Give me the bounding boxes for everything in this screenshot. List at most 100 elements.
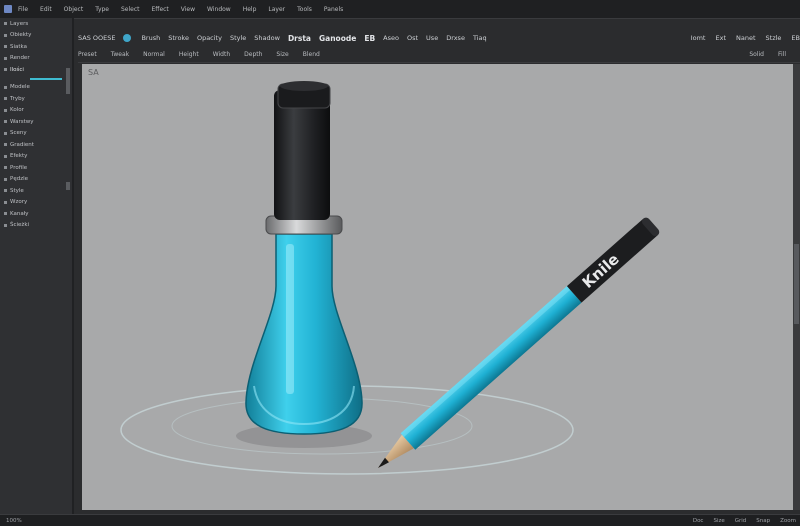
toolbar-right-group: Iomt Ext Nanet Stzle EB bbox=[681, 34, 800, 42]
toolbar-right-item[interactable]: EB bbox=[791, 34, 800, 42]
toolbar2-item[interactable]: Blend bbox=[303, 51, 320, 58]
app-logo-icon[interactable] bbox=[4, 5, 12, 13]
bullet-icon bbox=[4, 85, 7, 89]
secondary-toolbar: Preset Tweak Normal Height Width Depth S… bbox=[78, 46, 800, 63]
left-panel: Layers Obiekty Siatka Render Ilości Mode… bbox=[0, 18, 74, 514]
sidebar-item[interactable]: Wzory bbox=[0, 197, 72, 209]
status-item[interactable]: Zoom bbox=[780, 518, 796, 524]
sidebar-item[interactable]: Efekty bbox=[0, 151, 72, 163]
active-indicator bbox=[30, 77, 62, 80]
toolbar-chip[interactable]: Ost bbox=[407, 34, 418, 42]
sidebar-item[interactable]: Modele bbox=[0, 82, 72, 94]
toolbar-right-item[interactable]: Nanet bbox=[736, 34, 756, 42]
toolbar-chip[interactable]: Brush bbox=[141, 34, 160, 42]
sidebar-item[interactable]: Pędzle bbox=[0, 174, 72, 186]
toolbar2-item[interactable]: Depth bbox=[244, 51, 262, 58]
status-item[interactable]: Doc bbox=[693, 518, 704, 524]
status-item[interactable]: Size bbox=[713, 518, 724, 524]
sidebar-item[interactable]: Kanały bbox=[0, 208, 72, 220]
menu-type[interactable]: Type bbox=[95, 6, 109, 13]
sidebar-item[interactable]: Tryby bbox=[0, 93, 72, 105]
status-bar: 100% Doc Size Grid Snap Zoom bbox=[0, 514, 800, 526]
menu-file[interactable]: File bbox=[18, 6, 28, 13]
toolbar-right-item[interactable]: Ext bbox=[715, 34, 726, 42]
menu-view[interactable]: View bbox=[181, 6, 195, 13]
sidebar-item[interactable]: Ścieżki bbox=[0, 220, 72, 232]
toolbar-chip[interactable]: Shadow bbox=[254, 34, 280, 42]
toolbar2-item[interactable]: Preset bbox=[78, 51, 97, 58]
toolbar-label: SAS OOESE bbox=[78, 34, 116, 42]
toolbar2-right-item[interactable]: Fill bbox=[778, 51, 786, 58]
menu-help[interactable]: Help bbox=[243, 6, 257, 13]
bullet-icon bbox=[4, 200, 7, 204]
bullet-icon bbox=[4, 68, 7, 72]
toolbar-chip[interactable]: Stroke bbox=[168, 34, 189, 42]
menu-panels[interactable]: Panels bbox=[324, 6, 343, 13]
bottle-icon bbox=[245, 81, 363, 435]
toolbar-right-item[interactable]: Iomt bbox=[691, 34, 706, 42]
toolbar-chip-bold[interactable]: EB bbox=[364, 34, 375, 43]
status-item[interactable]: Grid bbox=[735, 518, 747, 524]
toolbar2-item[interactable]: Width bbox=[213, 51, 230, 58]
bullet-icon bbox=[4, 56, 7, 60]
artboard-canvas[interactable]: SA Knile bbox=[82, 64, 793, 510]
bullet-icon bbox=[4, 108, 7, 112]
pencil-icon: Knile bbox=[378, 217, 660, 468]
color-dot-icon[interactable] bbox=[123, 34, 132, 42]
sidebar-item[interactable]: Kolor bbox=[0, 105, 72, 117]
bullet-icon bbox=[4, 212, 7, 216]
toolbar2-item[interactable]: Height bbox=[179, 51, 199, 58]
menu-edit[interactable]: Edit bbox=[40, 6, 52, 13]
sidebar-item[interactable]: Render bbox=[0, 53, 72, 65]
toolbar2-item[interactable]: Normal bbox=[143, 51, 165, 58]
menu-tools[interactable]: Tools bbox=[297, 6, 312, 13]
sidebar-item[interactable]: Siatka bbox=[0, 41, 72, 53]
toolbar-chip[interactable]: Drxse bbox=[446, 34, 465, 42]
toolbar2-right-item[interactable]: Solid bbox=[749, 51, 764, 58]
right-panel-edge bbox=[793, 64, 800, 510]
sidebar-item[interactable]: Layers bbox=[0, 18, 72, 30]
bullet-icon bbox=[4, 223, 7, 227]
menu-layer[interactable]: Layer bbox=[268, 6, 285, 13]
sidebar-item[interactable]: Sceny bbox=[0, 128, 72, 140]
illustration: Knile bbox=[120, 81, 660, 475]
menu-effect[interactable]: Effect bbox=[152, 6, 169, 13]
toolbar2-item[interactable]: Tweak bbox=[111, 51, 129, 58]
sidebar-item-active[interactable]: Ilości bbox=[0, 64, 72, 76]
toolbar-chip-bold[interactable]: Ganoode bbox=[319, 34, 356, 43]
menu-select[interactable]: Select bbox=[121, 6, 140, 13]
toolbar-chip[interactable]: Tiaq bbox=[473, 34, 487, 42]
status-right-group: Doc Size Grid Snap Zoom bbox=[683, 518, 796, 524]
menu-bar: File Edit Object Type Select Effect View… bbox=[0, 0, 800, 19]
bullet-icon bbox=[4, 22, 7, 26]
bullet-icon bbox=[4, 97, 7, 101]
menu-object[interactable]: Object bbox=[64, 6, 84, 13]
options-toolbar: SAS OOESE Brush Stroke Opacity Style Sha… bbox=[78, 28, 800, 48]
status-item[interactable]: Snap bbox=[756, 518, 770, 524]
toolbar-chip-bold[interactable]: Drsta bbox=[288, 34, 311, 43]
sidebar-scroll-thumb[interactable] bbox=[66, 182, 70, 190]
sidebar-item[interactable]: Warstwy bbox=[0, 116, 72, 128]
bullet-icon bbox=[4, 189, 7, 193]
sidebar-item[interactable]: Obiekty bbox=[0, 30, 72, 42]
panel-collapse-tab[interactable] bbox=[794, 244, 799, 324]
sidebar-item[interactable]: Profile bbox=[0, 162, 72, 174]
bullet-icon bbox=[4, 120, 7, 124]
bullet-icon bbox=[4, 131, 7, 135]
sidebar-scrollbar[interactable] bbox=[66, 68, 70, 94]
toolbar-chip[interactable]: Use bbox=[426, 34, 438, 42]
bullet-icon bbox=[4, 45, 7, 49]
bullet-icon bbox=[4, 154, 7, 158]
toolbar2-right-group: Solid Fill bbox=[749, 51, 800, 58]
toolbar-chip[interactable]: Opacity bbox=[197, 34, 222, 42]
toolbar2-item[interactable]: Size bbox=[276, 51, 288, 58]
bullet-icon bbox=[4, 33, 7, 37]
toolbar-chip[interactable]: Style bbox=[230, 34, 246, 42]
menu-window[interactable]: Window bbox=[207, 6, 231, 13]
toolbar-chip[interactable]: Aseo bbox=[383, 34, 399, 42]
sidebar-item[interactable]: Style bbox=[0, 185, 72, 197]
zoom-level[interactable]: 100% bbox=[6, 518, 22, 524]
bullet-icon bbox=[4, 166, 7, 170]
sidebar-item[interactable]: Gradient bbox=[0, 139, 72, 151]
toolbar-right-item[interactable]: Stzle bbox=[766, 34, 782, 42]
